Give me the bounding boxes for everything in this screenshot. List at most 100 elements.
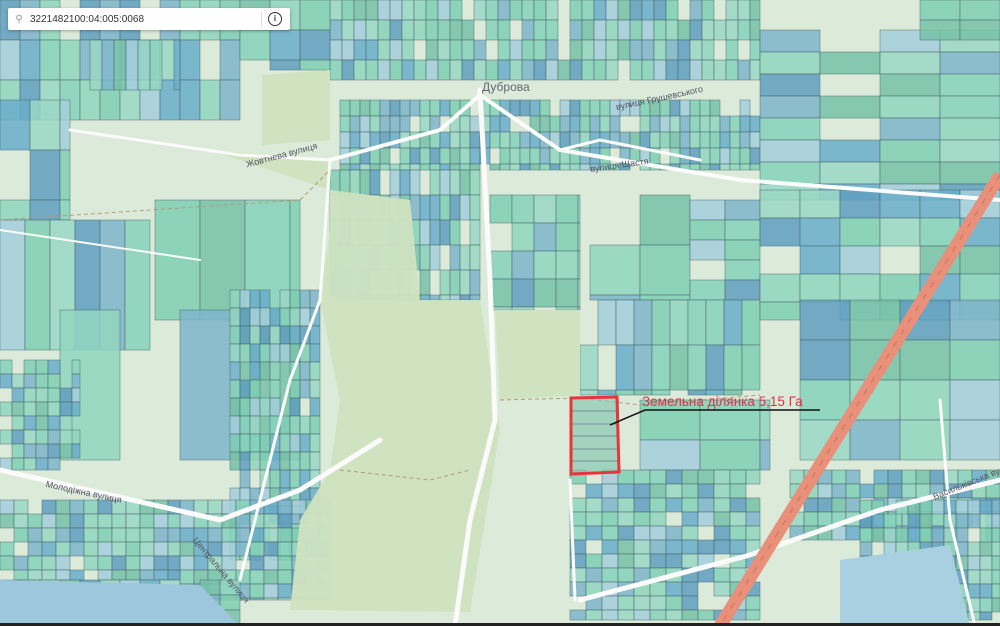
land-parcel[interactable] (259, 361, 271, 381)
land-parcel[interactable] (349, 115, 361, 133)
land-parcel[interactable] (55, 513, 71, 529)
land-parcel[interactable] (359, 99, 371, 117)
land-parcel[interactable] (289, 451, 301, 471)
land-parcel[interactable] (419, 219, 431, 246)
land-parcel[interactable] (35, 359, 49, 375)
land-parcel[interactable] (689, 163, 701, 171)
land-parcel[interactable] (229, 415, 241, 435)
land-parcel[interactable] (499, 163, 511, 171)
land-parcel[interactable] (979, 541, 993, 557)
land-parcel[interactable] (739, 131, 751, 149)
land-parcel[interactable] (359, 115, 371, 133)
land-parcel[interactable] (589, 99, 601, 117)
land-parcel[interactable] (419, 244, 431, 271)
land-parcel[interactable] (377, 0, 391, 21)
land-parcel[interactable] (365, 0, 379, 21)
land-parcel[interactable] (697, 539, 715, 555)
land-parcel[interactable] (601, 595, 619, 611)
land-parcel[interactable] (745, 595, 761, 611)
land-parcel[interactable] (379, 99, 391, 117)
land-parcel[interactable] (11, 373, 25, 389)
land-parcel[interactable] (353, 19, 367, 41)
land-parcel[interactable] (379, 163, 391, 171)
land-parcel[interactable] (55, 555, 71, 571)
land-parcel[interactable] (519, 163, 531, 171)
land-parcel[interactable] (967, 583, 981, 599)
land-parcel[interactable] (425, 39, 439, 61)
land-parcel[interactable] (41, 569, 57, 581)
land-parcel[interactable] (35, 443, 49, 459)
land-parcel[interactable] (125, 39, 139, 91)
land-parcel[interactable] (577, 306, 581, 311)
land-parcel[interactable] (739, 99, 751, 117)
land-parcel[interactable] (461, 39, 475, 61)
land-parcel[interactable] (749, 163, 761, 171)
land-parcel[interactable] (24, 219, 51, 351)
land-parcel[interactable] (413, 59, 427, 81)
land-parcel[interactable] (489, 250, 513, 280)
land-parcel[interactable] (179, 569, 195, 585)
land-parcel[interactable] (511, 194, 535, 224)
land-parcel[interactable] (429, 99, 441, 117)
land-parcel[interactable] (473, 39, 487, 61)
land-parcel[interactable] (497, 19, 511, 41)
land-parcel[interactable] (47, 457, 61, 471)
land-parcel[interactable] (459, 147, 471, 165)
land-parcel[interactable] (601, 511, 619, 527)
land-parcel[interactable] (83, 541, 99, 557)
land-parcel[interactable] (449, 19, 463, 41)
land-parcel[interactable] (0, 359, 13, 375)
land-parcel[interactable] (369, 169, 381, 196)
land-parcel[interactable] (879, 117, 941, 141)
land-parcel[interactable] (459, 163, 471, 171)
land-parcel[interactable] (469, 294, 481, 301)
land-parcel[interactable] (539, 163, 551, 171)
land-parcel[interactable] (689, 115, 701, 133)
land-parcel[interactable] (437, 59, 451, 81)
land-parcel[interactable] (725, 19, 739, 41)
search-icon[interactable]: ⚲ (8, 14, 30, 25)
land-parcel[interactable] (724, 279, 761, 301)
land-parcel[interactable] (939, 139, 1000, 163)
land-parcel[interactable] (97, 527, 113, 543)
land-parcel[interactable] (959, 0, 1000, 21)
land-parcel[interactable] (949, 339, 1000, 381)
land-parcel[interactable] (0, 99, 31, 151)
land-parcel[interactable] (485, 19, 499, 41)
land-parcel[interactable] (239, 307, 251, 327)
land-parcel[interactable] (439, 219, 451, 246)
land-parcel[interactable] (41, 527, 57, 543)
land-parcel[interactable] (309, 451, 321, 471)
land-parcel[interactable] (0, 373, 13, 389)
land-parcel[interactable] (0, 541, 15, 557)
land-parcel[interactable] (521, 39, 535, 61)
land-parcel[interactable] (557, 59, 571, 81)
land-parcel[interactable] (35, 457, 49, 471)
land-parcel[interactable] (803, 497, 819, 513)
land-parcel[interactable] (979, 583, 993, 599)
land-parcel[interactable] (687, 344, 707, 391)
land-parcel[interactable] (299, 307, 311, 327)
land-parcel[interactable] (469, 115, 481, 133)
land-parcel[interactable] (71, 359, 81, 375)
land-parcel[interactable] (579, 163, 591, 171)
land-parcel[interactable] (413, 0, 427, 21)
land-parcel[interactable] (23, 429, 37, 445)
land-parcel[interactable] (59, 199, 71, 221)
land-parcel[interactable] (585, 553, 603, 569)
land-parcel[interactable] (749, 59, 761, 81)
land-parcel[interactable] (13, 513, 29, 529)
land-parcel[interactable] (27, 541, 43, 557)
land-parcel[interactable] (991, 555, 1000, 571)
land-parcel[interactable] (349, 131, 361, 149)
land-parcel[interactable] (724, 199, 761, 221)
land-parcel[interactable] (309, 343, 321, 363)
land-parcel[interactable] (699, 439, 761, 471)
land-parcel[interactable] (713, 497, 731, 513)
land-parcel[interactable] (579, 389, 599, 396)
land-parcel[interactable] (724, 219, 761, 241)
land-parcel[interactable] (633, 609, 651, 621)
land-parcel[interactable] (669, 344, 689, 391)
land-parcel[interactable] (759, 117, 821, 141)
land-parcel[interactable] (249, 569, 265, 585)
